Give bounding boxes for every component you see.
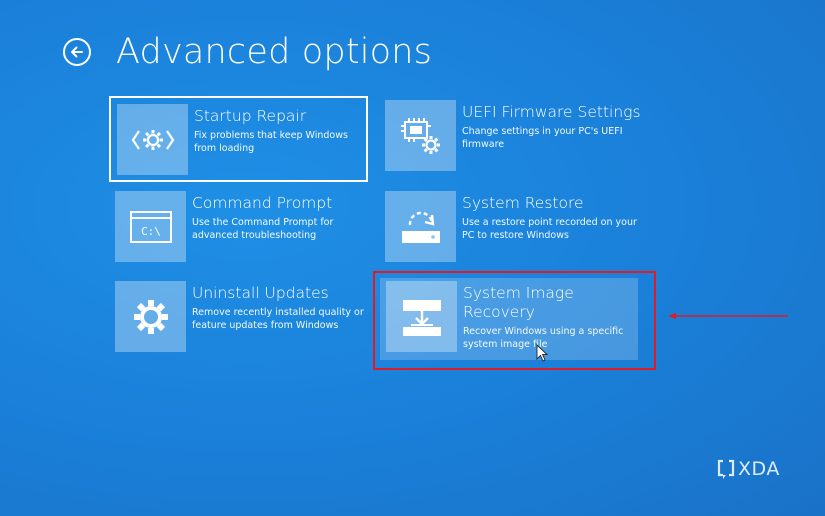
option-command-prompt[interactable]: C:\ Command Prompt Use the Command Promp… — [115, 191, 375, 271]
restore-drive-icon — [401, 211, 440, 243]
option-title: System Restore — [462, 194, 584, 212]
option-system-restore[interactable]: System Restore Use a restore point recor… — [385, 191, 645, 271]
option-uefi-firmware-settings[interactable]: UEFI Firmware Settings Change settings i… — [385, 100, 645, 180]
option-description: Fix problems that keep Windows from load… — [194, 130, 348, 154]
option-title: Startup Repair — [194, 107, 307, 125]
chip-gear-icon — [400, 117, 440, 154]
option-icon-tile: C:\ — [115, 191, 186, 262]
option-uninstall-updates[interactable]: Uninstall Updates Remove recently instal… — [115, 281, 375, 361]
code-gear-icon — [131, 129, 174, 150]
option-description: Use the Command Prompt for advanced trou… — [192, 217, 334, 241]
annotation-highlight-box — [373, 271, 656, 370]
option-description: Remove recently installed quality or fea… — [192, 307, 364, 331]
option-title: Uninstall Updates — [192, 284, 329, 302]
terminal-icon: C:\ — [129, 210, 172, 243]
xda-watermark: XDA — [717, 458, 780, 480]
back-arrow-icon — [71, 46, 83, 58]
option-title: Command Prompt — [192, 194, 333, 212]
annotation-arrow-icon — [668, 313, 788, 319]
mouse-pointer-icon — [536, 344, 548, 362]
option-startup-repair[interactable]: Startup Repair Fix problems that keep Wi… — [109, 96, 368, 182]
gear-icon — [133, 299, 168, 334]
option-icon-tile — [385, 191, 456, 262]
option-icon-tile — [385, 100, 456, 171]
xda-logo-icon — [717, 459, 735, 479]
option-description: Change settings in your PC's UEFI firmwa… — [462, 126, 623, 150]
option-description: Use a restore point recorded on your PC … — [462, 217, 637, 241]
xda-watermark-text: XDA — [738, 458, 780, 480]
option-title: UEFI Firmware Settings — [462, 103, 641, 121]
back-button[interactable] — [63, 38, 91, 66]
option-icon-tile — [115, 281, 186, 352]
option-icon-tile — [117, 104, 188, 175]
page-title: Advanced options — [116, 32, 433, 72]
terminal-icon-text: C:\ — [141, 225, 161, 238]
